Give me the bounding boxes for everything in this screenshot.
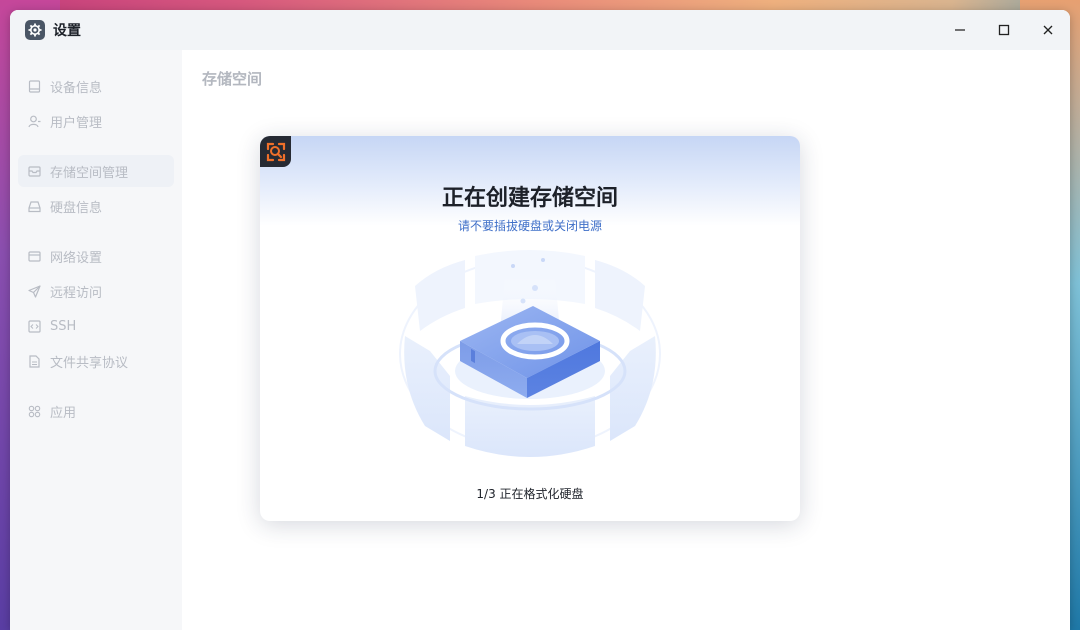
sidebar-item-device-info[interactable]: 设备信息 [18, 70, 174, 102]
sidebar-item-remote-access[interactable]: 远程访问 [18, 275, 174, 307]
title-bar[interactable]: 设置 [10, 10, 1070, 50]
sidebar-item-label: 远程访问 [50, 285, 103, 301]
document-icon [27, 354, 41, 368]
sidebar-item-user-management[interactable]: 用户管理 [18, 105, 174, 137]
creating-storage-dialog: 正在创建存储空间 请不要插拔硬盘或关闭电源 1/3 正在格式化硬盘 [260, 136, 800, 521]
watermark: 值 什么值得买 [912, 588, 1048, 622]
sidebar-item-label: SSH [50, 318, 77, 334]
window-title: 设置 [53, 23, 81, 39]
page-title: 存储空间 [202, 70, 263, 88]
settings-gear-icon [25, 20, 45, 40]
sidebar-item-ssh[interactable]: SSH [18, 310, 174, 342]
sidebar: 设备信息 用户管理 存储空间管理 硬盘信息 网络设置 远程访问 SSH 文件共享… [10, 50, 182, 630]
close-button[interactable] [1026, 10, 1070, 50]
sidebar-item-label: 文件共享协议 [50, 355, 129, 371]
storage-icon [27, 164, 41, 178]
search-scan-icon [260, 136, 291, 167]
sidebar-item-network-settings[interactable]: 网络设置 [18, 240, 174, 272]
maximize-button[interactable] [982, 10, 1026, 50]
sidebar-item-label: 应用 [50, 405, 77, 421]
sidebar-item-file-sharing[interactable]: 文件共享协议 [18, 345, 174, 377]
minimize-button[interactable] [938, 10, 982, 50]
network-icon [27, 249, 41, 263]
sidebar-item-label: 硬盘信息 [50, 200, 103, 216]
close-icon [1043, 25, 1053, 35]
dialog-title: 正在创建存储空间 [441, 186, 618, 211]
watermark-badge: 值 [912, 591, 940, 619]
code-icon [27, 319, 41, 333]
disk-icon [27, 199, 41, 213]
sidebar-item-label: 存储空间管理 [50, 165, 129, 181]
sidebar-item-storage-management[interactable]: 存储空间管理 [18, 155, 174, 187]
progress-status: 1/3 正在格式化硬盘 [476, 487, 584, 501]
sidebar-item-disk-info[interactable]: 硬盘信息 [18, 190, 174, 222]
send-icon [27, 284, 41, 298]
sidebar-item-label: 网络设置 [50, 250, 103, 266]
watermark-text: 什么值得买 [948, 595, 1049, 618]
device-icon [27, 79, 41, 93]
user-icon [27, 114, 41, 128]
dialog-subtitle: 请不要插拔硬盘或关闭电源 [457, 219, 602, 233]
apps-grid-icon [27, 404, 41, 418]
maximize-icon [998, 24, 1010, 36]
sidebar-item-label: 设备信息 [50, 80, 103, 96]
sidebar-item-apps[interactable]: 应用 [18, 395, 174, 427]
storage-creation-illustration [399, 250, 661, 457]
sidebar-item-label: 用户管理 [50, 115, 103, 131]
minimize-icon [955, 29, 965, 31]
